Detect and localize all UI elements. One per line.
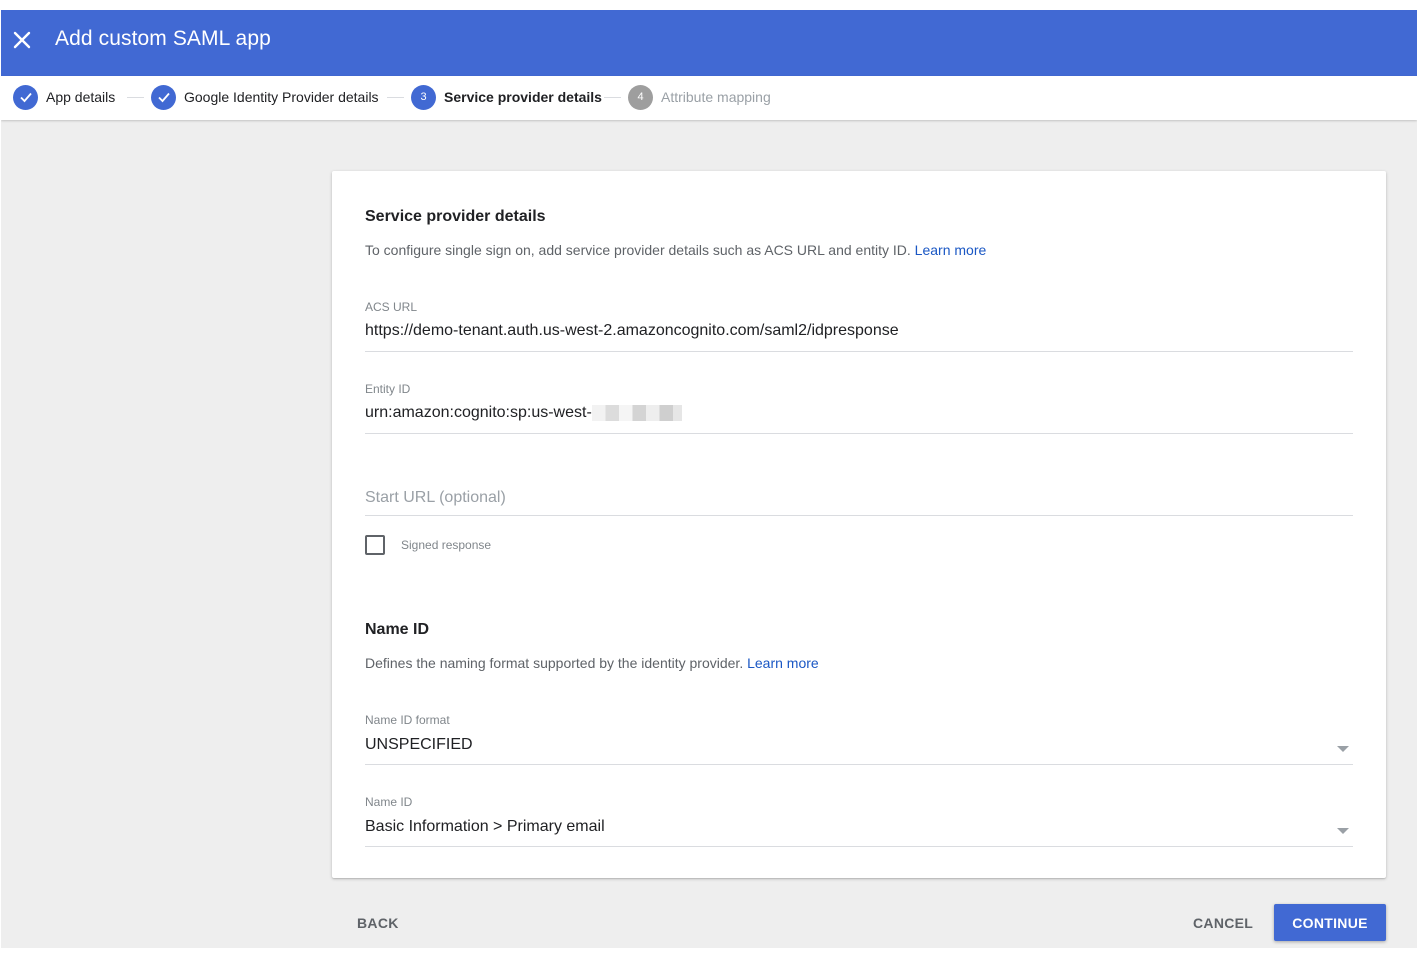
step-number-badge: 4 [628, 84, 653, 110]
check-icon [151, 84, 176, 110]
field-underline [365, 351, 1353, 352]
name-id-section-title: Name ID [365, 621, 430, 638]
entity-id-input[interactable]: urn:amazon:cognito:sp:us-west- [365, 402, 1353, 424]
section-description: To configure single sign on, add service… [365, 242, 987, 258]
learn-more-link[interactable]: Learn more [915, 242, 987, 258]
step-label: Attribute mapping [661, 89, 771, 105]
step-app-details[interactable]: App details [13, 84, 115, 110]
field-label: Entity ID [365, 382, 411, 396]
check-icon [13, 84, 38, 110]
field-label: ACS URL [365, 300, 418, 314]
acs-url-input[interactable]: https://demo-tenant.auth.us-west-2.amazo… [365, 320, 1353, 342]
close-icon[interactable] [11, 29, 33, 51]
dropdown-arrow-icon [1337, 828, 1349, 834]
signed-response-label: Signed response [401, 538, 492, 552]
field-label: Name ID format [365, 713, 450, 727]
section-title: Service provider details [365, 208, 546, 225]
step-service-provider-details[interactable]: 3 Service provider details [411, 84, 602, 110]
name-id-format-select[interactable]: Name ID format UNSPECIFIED [365, 713, 1353, 765]
start-url-field[interactable]: Start URL (optional) [365, 489, 1353, 517]
back-button[interactable]: BACK [357, 915, 399, 931]
field-label: Name ID [365, 795, 413, 809]
step-label: App details [46, 89, 116, 105]
name-id-format-value: UNSPECIFIED [365, 736, 473, 753]
continue-button[interactable]: CONTINUE [1274, 904, 1386, 941]
field-underline [365, 433, 1353, 434]
learn-more-link[interactable]: Learn more [747, 655, 819, 671]
step-number-badge: 3 [411, 84, 436, 110]
page-title: Add custom SAML app [55, 27, 271, 50]
wizard-stepper: App details Google Identity Provider det… [1, 76, 1417, 120]
field-underline [365, 515, 1353, 516]
step-google-idp-details[interactable]: Google Identity Provider details [151, 84, 379, 110]
name-id-section-description: Defines the naming format supported by t… [365, 655, 819, 671]
service-provider-card: Service provider details To configure si… [332, 171, 1386, 878]
acs-url-field[interactable]: ACS URL https://demo-tenant.auth.us-west… [365, 300, 1353, 352]
step-label: Google Identity Provider details [184, 89, 379, 105]
saml-app-wizard: Add custom SAML app App details Google I… [1, 10, 1417, 948]
step-label: Service provider details [444, 89, 602, 105]
cancel-button[interactable]: CANCEL [1193, 915, 1253, 931]
field-underline [365, 846, 1353, 847]
signed-response-checkbox[interactable] [365, 535, 385, 555]
step-connector [387, 97, 404, 98]
entity-id-field[interactable]: Entity ID urn:amazon:cognito:sp:us-west- [365, 382, 1353, 434]
name-id-value: Basic Information > Primary email [365, 818, 605, 835]
name-id-select[interactable]: Name ID Basic Information > Primary emai… [365, 795, 1353, 847]
step-attribute-mapping[interactable]: 4 Attribute mapping [628, 84, 771, 110]
step-connector [604, 97, 621, 98]
step-connector [127, 97, 144, 98]
app-bar: Add custom SAML app [1, 10, 1417, 76]
dropdown-arrow-icon [1337, 746, 1349, 752]
field-underline [365, 764, 1353, 765]
redacted-value [591, 405, 682, 421]
start-url-input[interactable]: Start URL (optional) [365, 489, 1353, 507]
